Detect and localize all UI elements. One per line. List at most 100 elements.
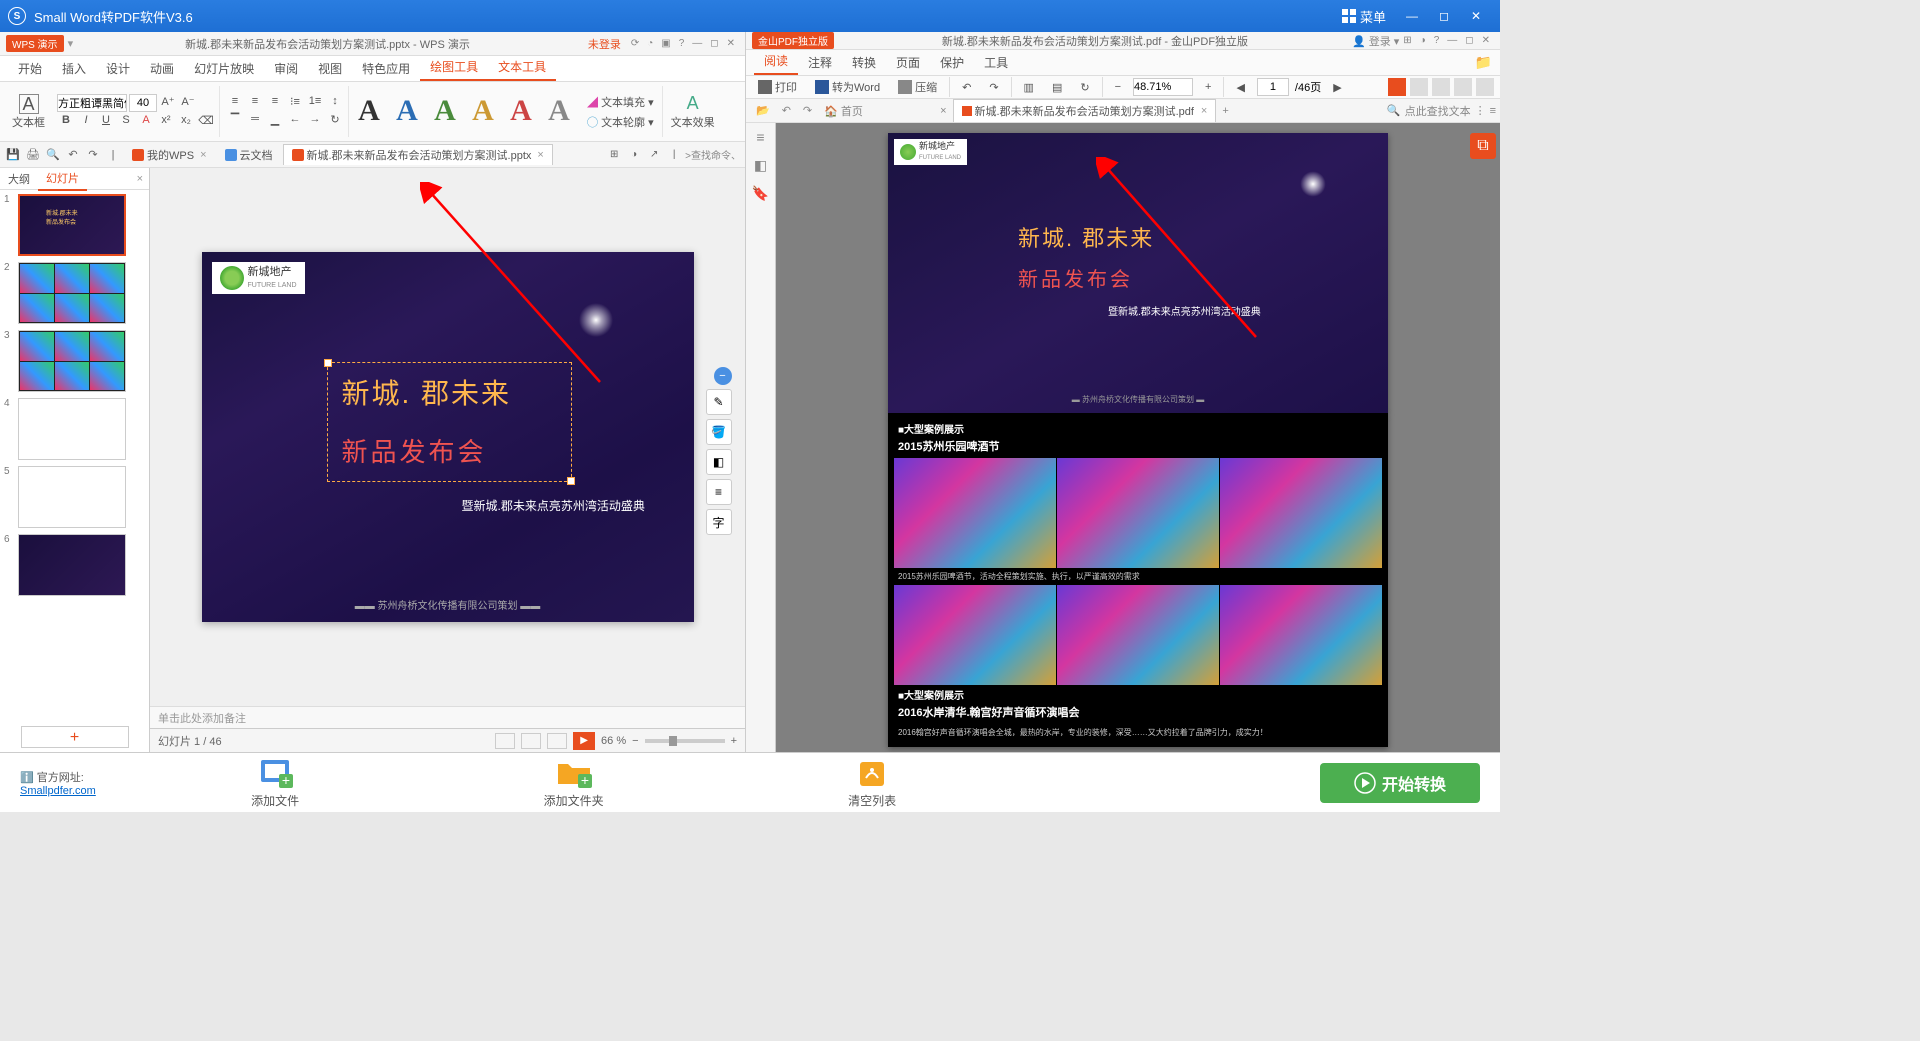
wps-settings-icon[interactable]: ◔ — [643, 38, 657, 49]
pdf-max-icon[interactable]: ◻ — [1461, 35, 1477, 46]
bullets-icon[interactable]: ⁝≡ — [286, 95, 304, 111]
tab-drawing[interactable]: 绘图工具 — [420, 54, 488, 81]
wordart-style-6[interactable]: A — [541, 94, 577, 130]
minimize-button[interactable]: — — [1396, 9, 1428, 23]
wps-max-icon[interactable]: ◻ — [706, 38, 722, 49]
zoom-in-icon[interactable]: + — [731, 735, 737, 747]
italic-button[interactable]: I — [77, 114, 95, 130]
tab-design[interactable]: 设计 — [96, 56, 140, 81]
tab-slideshow[interactable]: 幻灯片放映 — [184, 56, 264, 81]
pdf-view-single-icon[interactable] — [1388, 78, 1406, 96]
pdf-view[interactable]: 新城地产FUTURE LAND 新城. 郡未来 新品发布会 暨新城.郡未来点亮苏… — [776, 123, 1500, 757]
float-fill-icon[interactable]: 🪣 — [706, 419, 732, 445]
tab-start[interactable]: 开始 — [8, 56, 52, 81]
pdf-r2-icon[interactable]: ◑ — [1416, 35, 1430, 46]
outline-tab[interactable]: 大纲 — [0, 168, 38, 190]
pdf-compress-button[interactable]: 压缩 — [892, 76, 943, 98]
spacing-icon[interactable]: ↕ — [326, 95, 344, 111]
slide-thumb-2[interactable] — [18, 262, 126, 324]
wps-sync-icon[interactable]: ⟳ — [627, 38, 643, 49]
pdf-fit1-icon[interactable]: ▥ — [1018, 78, 1040, 97]
wordart-style-2[interactable]: A — [389, 94, 425, 130]
text-dir-icon[interactable]: ↻ — [326, 113, 344, 129]
pdf-side-nav-icon[interactable]: ≡ — [752, 129, 770, 145]
view-reading-icon[interactable] — [547, 733, 567, 749]
view-normal-icon[interactable] — [495, 733, 515, 749]
slide-title-2[interactable]: 新品发布会 — [342, 432, 487, 469]
pdf-min-icon[interactable]: — — [1443, 35, 1461, 46]
pdf-view-fit-icon[interactable] — [1454, 78, 1472, 96]
official-link[interactable]: Smallpdfer.com — [20, 785, 96, 797]
textbox-button[interactable]: A 文本框 — [6, 92, 51, 132]
pdf-new-tab-icon[interactable]: + — [1216, 105, 1234, 117]
slide-title-1[interactable]: 新城. 郡未来 — [342, 372, 512, 412]
wordart-style-5[interactable]: A — [503, 94, 539, 130]
pdf-view-full-icon[interactable] — [1476, 78, 1494, 96]
float-edit-icon[interactable]: ✎ — [706, 389, 732, 415]
indent-dec-icon[interactable]: ← — [286, 113, 304, 129]
pdf-side-thumb-icon[interactable]: ◧ — [752, 157, 770, 173]
pdf-prev-page-icon[interactable]: ◀ — [1230, 78, 1250, 97]
slide-thumb-4[interactable] — [18, 398, 126, 460]
add-file-button[interactable]: + 添加文件 — [126, 756, 425, 809]
pdf-more-icon[interactable]: ⋮ — [1475, 104, 1486, 117]
wps-pin-icon[interactable]: ? — [675, 38, 689, 49]
doc-tab-cloud[interactable]: 云文档 — [217, 145, 281, 165]
pdf-close-icon[interactable]: ✕ — [1478, 35, 1494, 46]
pdf-tab-protect[interactable]: 保护 — [930, 50, 974, 75]
maximize-button[interactable]: ◻ — [1428, 9, 1460, 23]
tab-view[interactable]: 视图 — [308, 56, 352, 81]
pdf-redo-icon[interactable]: ↷ — [983, 78, 1004, 97]
pdf-side-bookmark-icon[interactable]: 🔖 — [752, 185, 770, 201]
slide-thumb-5[interactable] — [18, 466, 126, 528]
wordart-style-3[interactable]: A — [427, 94, 463, 130]
pdf-fit2-icon[interactable]: ▤ — [1046, 78, 1068, 97]
font-decrease-icon[interactable]: A⁻ — [179, 95, 197, 111]
qat-r2-icon[interactable]: ◑ — [625, 149, 643, 160]
close-button[interactable]: ✕ — [1460, 9, 1492, 23]
tab-review[interactable]: 审阅 — [264, 56, 308, 81]
bold-button[interactable]: B — [57, 114, 75, 130]
qat-undo-icon[interactable]: ↶ — [64, 148, 82, 161]
float-text-icon[interactable]: 字 — [706, 509, 732, 535]
pdf-tab-page[interactable]: 页面 — [886, 50, 930, 75]
menu-button[interactable]: 菜单 — [1332, 3, 1396, 30]
font-color-button[interactable]: A — [137, 114, 155, 130]
qat-r3-icon[interactable]: ↗ — [645, 149, 663, 160]
slides-tab[interactable]: 幻灯片 — [38, 167, 87, 191]
pdf-search-hint[interactable]: 点此查找文本 — [1405, 103, 1471, 119]
qat-r1-icon[interactable]: ⊞ — [605, 149, 623, 160]
tab-special[interactable]: 特色应用 — [352, 56, 420, 81]
align-center-icon[interactable]: ≡ — [246, 95, 264, 111]
pdf-float-icon[interactable]: ⧉ — [1470, 133, 1496, 159]
view-sorter-icon[interactable] — [521, 733, 541, 749]
float-shape-icon[interactable]: ◧ — [706, 449, 732, 475]
pdf-folder-icon[interactable]: 📁 — [1467, 50, 1500, 75]
qat-print-icon[interactable]: 🖨 — [24, 148, 42, 161]
align-mid-icon[interactable]: ═ — [246, 113, 264, 129]
pdf-tab-prev-close[interactable]: × — [934, 105, 952, 117]
start-convert-button[interactable]: 开始转换 — [1320, 763, 1480, 803]
slide-thumb-6[interactable] — [18, 534, 126, 596]
notes-input[interactable]: 单击此处添加备注 — [150, 706, 745, 728]
wps-close-icon[interactable]: ✕ — [723, 38, 739, 49]
font-size-input[interactable] — [129, 94, 157, 112]
pdf-home-button[interactable]: 🏠 首页 — [818, 103, 869, 119]
zoom-slider[interactable] — [645, 739, 725, 743]
pdf-doc-tab[interactable]: 新城.郡未来新品发布会活动策划方案测试.pdf× — [953, 99, 1217, 122]
text-fill-button[interactable]: ◢ 文本填充 ▾ — [583, 92, 658, 112]
sub-button[interactable]: x₂ — [177, 114, 195, 130]
text-outline-button[interactable]: ◯ 文本轮廓 ▾ — [583, 112, 658, 132]
font-increase-icon[interactable]: A⁺ — [159, 95, 177, 111]
pdf-back-icon[interactable]: ↶ — [776, 104, 797, 117]
outline-close-icon[interactable]: × — [131, 173, 149, 185]
slide-thumb-3[interactable] — [18, 330, 126, 392]
pdf-rotate-icon[interactable]: ↻ — [1074, 78, 1095, 97]
align-top-icon[interactable]: ▔ — [226, 113, 244, 129]
align-bot-icon[interactable]: ▁ — [266, 113, 284, 129]
strike-button[interactable]: S — [117, 114, 135, 130]
pdf-fwd-icon[interactable]: ↷ — [797, 104, 818, 117]
slide-canvas[interactable]: 新城地产FUTURE LAND 新城. 郡未来 新品发布会 暨新城.郡未来点亮苏… — [150, 168, 745, 706]
pdf-hamburger-icon[interactable]: ≡ — [1490, 105, 1496, 117]
clear-list-button[interactable]: 清空列表 — [723, 756, 1022, 809]
